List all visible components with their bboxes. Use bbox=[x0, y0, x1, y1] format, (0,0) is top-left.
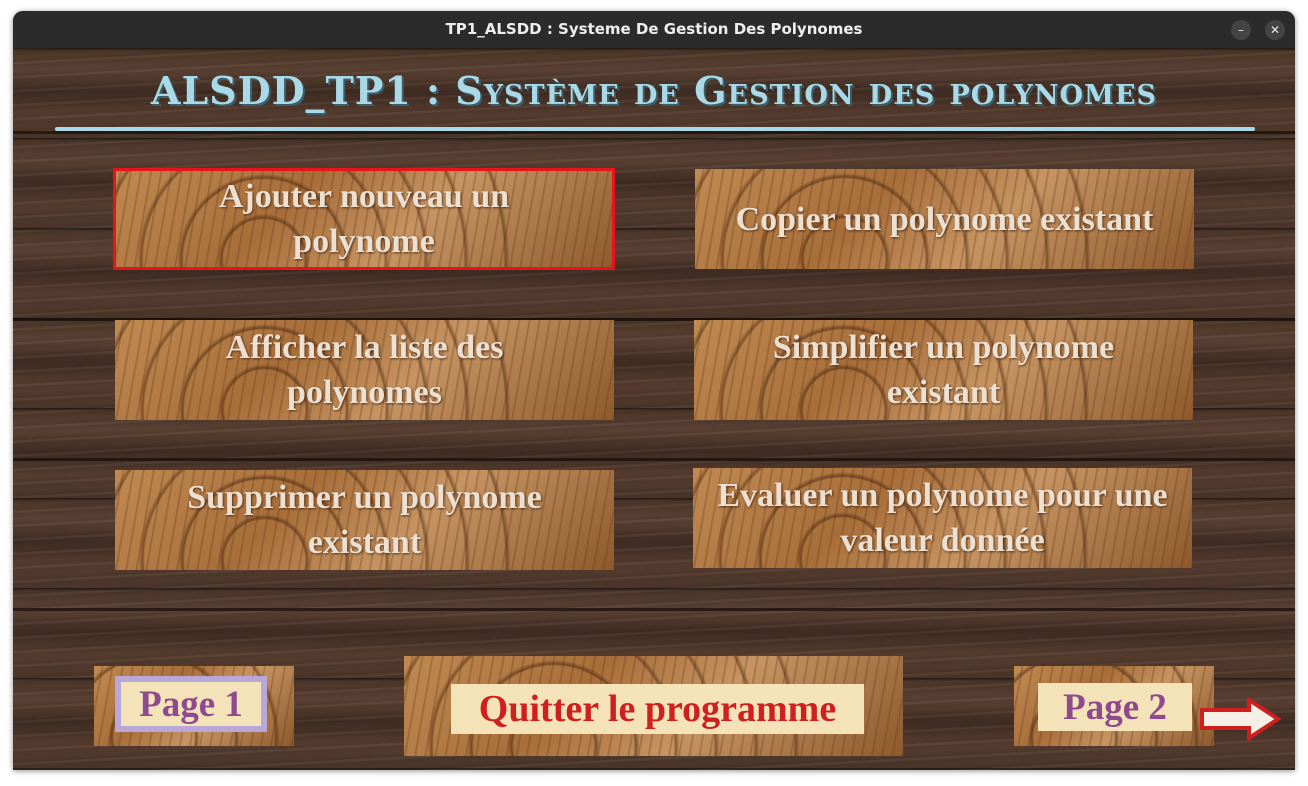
add-polynome-label: Ajouter nouveau un polynome bbox=[218, 178, 510, 260]
add-polynome-button[interactable]: Ajouter nouveau un polynome bbox=[113, 168, 615, 270]
plank-divider bbox=[13, 458, 1295, 461]
copy-polynome-button[interactable]: Copier un polynome existant bbox=[695, 169, 1194, 269]
app-window: TP1_ALSDD : Systeme De Gestion Des Polyn… bbox=[13, 11, 1295, 770]
simplify-polynome-button[interactable]: Simplifier un polynome existant bbox=[694, 320, 1193, 420]
copy-polynome-label: Copier un polynome existant bbox=[735, 200, 1154, 238]
title-bar: TP1_ALSDD : Systeme De Gestion Des Polyn… bbox=[13, 11, 1295, 48]
delete-polynome-label: Supprimer un polynome existant bbox=[187, 479, 542, 561]
list-polynomes-button[interactable]: Afficher la liste des polynomes bbox=[115, 320, 614, 420]
minimize-button[interactable]: – bbox=[1231, 20, 1251, 40]
quit-button[interactable]: Quitter le programme bbox=[404, 656, 903, 756]
close-button[interactable]: ✕ bbox=[1265, 20, 1285, 40]
page1-label[interactable]: Page 1 bbox=[115, 676, 267, 732]
evaluate-polynome-label: Evaluer un polynome pour une valeur donn… bbox=[717, 477, 1168, 559]
window-title: TP1_ALSDD : Systeme De Gestion Des Polyn… bbox=[445, 20, 863, 38]
page-title: ALSDD_TP1 : Système de Gestion des polyn… bbox=[150, 68, 1158, 113]
quit-label: Quitter le programme bbox=[451, 684, 864, 734]
arrow-right-icon[interactable] bbox=[1199, 697, 1281, 741]
simplify-polynome-label: Simplifier un polynome existant bbox=[772, 329, 1115, 411]
evaluate-polynome-button[interactable]: Evaluer un polynome pour une valeur donn… bbox=[693, 468, 1192, 568]
plank-divider bbox=[13, 608, 1295, 611]
page1-panel: Page 1 bbox=[94, 666, 294, 746]
list-polynomes-label: Afficher la liste des polynomes bbox=[225, 329, 504, 411]
delete-polynome-button[interactable]: Supprimer un polynome existant bbox=[115, 470, 614, 570]
main-panel: ALSDD_TP1 : Système de Gestion des polyn… bbox=[13, 48, 1295, 770]
page2-label[interactable]: Page 2 bbox=[1038, 683, 1192, 731]
page2-panel: Page 2 bbox=[1014, 666, 1214, 746]
title-underline bbox=[55, 127, 1255, 131]
plank-divider bbox=[13, 131, 1295, 134]
